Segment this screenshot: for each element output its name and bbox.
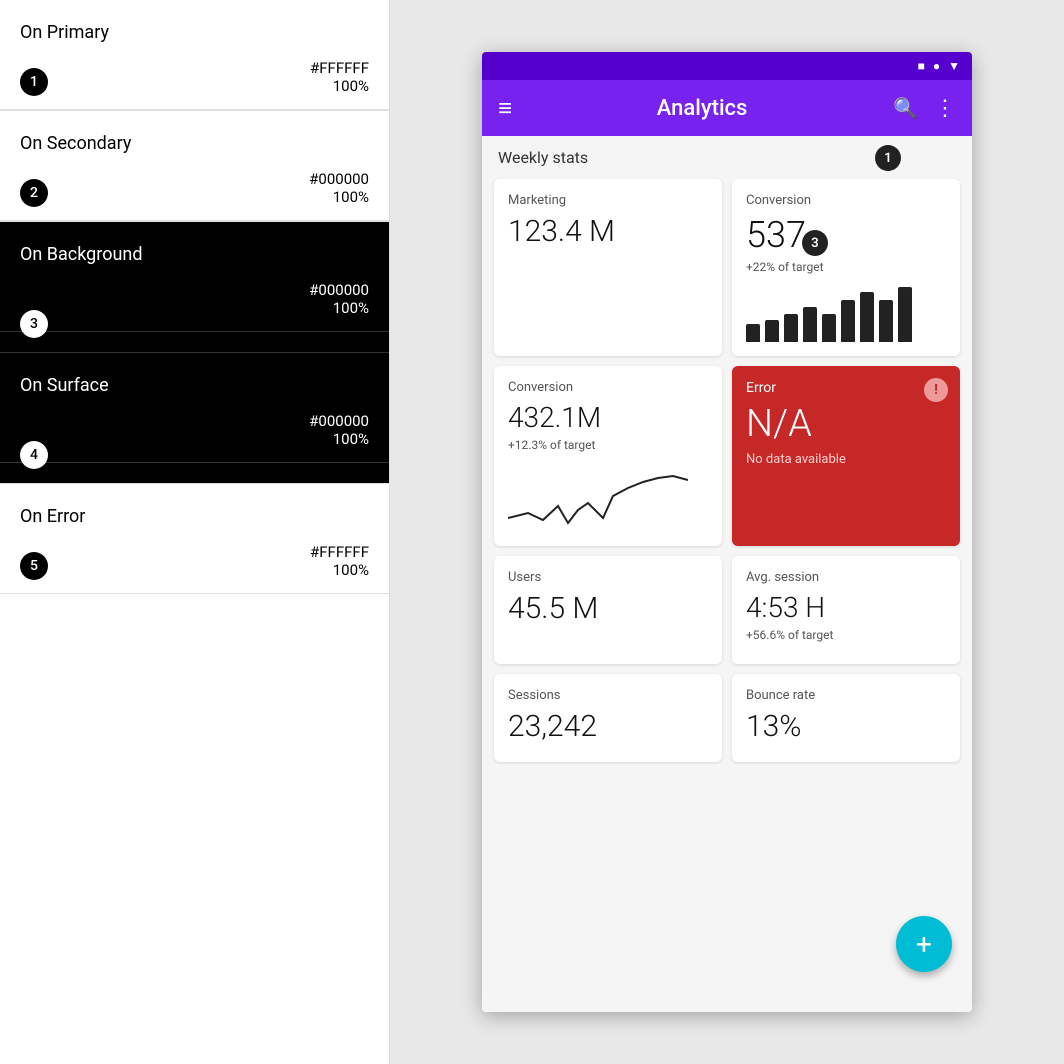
bar-6 — [841, 300, 855, 342]
section-on-error: On Error #FFFFFF 100% 5 — [0, 484, 389, 594]
card-marketing-value: 123.4 M — [508, 214, 708, 249]
bar-5 — [822, 314, 836, 342]
on-secondary-hex: #000000 — [309, 170, 369, 188]
bar-9 — [898, 287, 912, 342]
bar-4 — [803, 307, 817, 342]
card-avg-session-sub: +56.6% of target — [746, 628, 946, 642]
cards-grid: Marketing 123.4 M Conversion 537 +22% of… — [494, 179, 960, 762]
bar-8 — [879, 300, 893, 342]
card-conversion-bar-label: Conversion — [746, 193, 946, 208]
on-primary-pct: 100% — [333, 77, 369, 95]
card-conversion-bar-value: 537 — [746, 214, 946, 256]
app-bar: ≡ Analytics 🔍 ⋮ — [482, 80, 972, 136]
bar-1 — [746, 324, 760, 342]
menu-icon[interactable]: ≡ — [498, 94, 511, 123]
phone-frame: ■ ● ▼ ≡ Analytics 🔍 ⋮ Weekly stats Marke… — [482, 52, 972, 1012]
fab-button[interactable]: + — [896, 916, 952, 972]
card-bounce-rate-value: 13% — [746, 709, 946, 744]
on-error-label: On Error — [0, 484, 389, 535]
card-error-value: N/A — [746, 402, 946, 446]
bar-7 — [860, 292, 874, 342]
on-background-label: On Background — [0, 222, 389, 273]
card-error-label: Error — [746, 380, 946, 396]
on-secondary-label: On Secondary — [0, 111, 389, 162]
section-on-background: On Background #000000 100% 3 — [0, 222, 389, 352]
on-background-pct: 100% — [333, 299, 369, 317]
more-icon[interactable]: ⋮ — [934, 96, 956, 121]
card-users-label: Users — [508, 570, 708, 585]
status-icon-square: ■ — [918, 59, 925, 73]
annotation-badge-3: 3 — [802, 230, 828, 256]
card-avg-session-value: 4:53 H — [746, 591, 946, 624]
status-bar: ■ ● ▼ — [482, 52, 972, 80]
on-error-pct: 100% — [333, 561, 369, 579]
section-on-surface: On Surface #000000 100% 4 — [0, 353, 389, 483]
card-sessions-value: 23,242 — [508, 709, 708, 744]
on-surface-color-row: #000000 100% — [0, 404, 389, 463]
status-icon-down: ▼ — [948, 59, 960, 73]
bar-2 — [765, 320, 779, 342]
card-bounce-rate: Bounce rate 13% — [732, 674, 960, 762]
right-panel: 1 2 3 4 5 ■ ● ▼ ≡ Analytics 🔍 ⋮ Weekly s… — [390, 0, 1064, 1064]
annotation-badge-1: 1 — [875, 145, 901, 171]
card-conversion-line: Conversion 432.1M +12.3% of target — [494, 366, 722, 546]
section-on-primary: On Primary #FFFFFF 100% 1 — [0, 0, 389, 110]
on-surface-hex: #000000 — [309, 412, 369, 430]
on-primary-label: On Primary — [0, 0, 389, 51]
card-bounce-rate-label: Bounce rate — [746, 688, 946, 703]
section-number-5: 5 — [20, 552, 48, 580]
section-number-3: 3 — [20, 310, 48, 338]
on-secondary-color-row: #000000 100% — [0, 162, 389, 221]
bar-chart — [746, 282, 946, 342]
card-marketing: Marketing 123.4 M — [494, 179, 722, 356]
bar-3 — [784, 314, 798, 342]
card-error-sub: No data available — [746, 452, 946, 467]
content-area[interactable]: Weekly stats Marketing 123.4 M Conversio… — [482, 136, 972, 1012]
card-conversion-bar-sub: +22% of target — [746, 260, 946, 274]
card-sessions: Sessions 23,242 — [494, 674, 722, 762]
on-primary-color-row: #FFFFFF 100% — [0, 51, 389, 110]
card-conversion-line-sub: +12.3% of target — [508, 438, 708, 452]
status-icon-circle: ● — [933, 59, 940, 73]
card-avg-session-label: Avg. session — [746, 570, 946, 585]
section-on-secondary: On Secondary #000000 100% 2 — [0, 111, 389, 221]
line-chart-svg — [508, 468, 688, 528]
section-number-1: 1 — [20, 68, 48, 96]
card-avg-session: Avg. session 4:53 H +56.6% of target — [732, 556, 960, 664]
section-number-4: 4 — [20, 441, 48, 469]
card-users: Users 45.5 M — [494, 556, 722, 664]
card-conversion-line-label: Conversion — [508, 380, 708, 395]
app-bar-title: Analytics — [527, 96, 877, 121]
on-surface-label: On Surface — [0, 353, 389, 404]
search-icon[interactable]: 🔍 — [893, 96, 918, 120]
card-conversion-line-value: 432.1M — [508, 401, 708, 434]
on-error-color-row: #FFFFFF 100% — [0, 535, 389, 594]
card-conversion-bar: Conversion 537 +22% of target — [732, 179, 960, 356]
error-badge: ! — [924, 378, 948, 402]
on-secondary-pct: 100% — [333, 188, 369, 206]
on-background-color-row: #000000 100% — [0, 273, 389, 332]
card-users-value: 45.5 M — [508, 591, 708, 626]
on-background-hex: #000000 — [309, 281, 369, 299]
on-error-hex: #FFFFFF — [310, 543, 369, 561]
card-error: Error N/A No data available ! — [732, 366, 960, 546]
card-sessions-label: Sessions — [508, 688, 708, 703]
card-marketing-label: Marketing — [508, 193, 708, 208]
on-primary-hex: #FFFFFF — [310, 59, 369, 77]
section-number-2: 2 — [20, 179, 48, 207]
on-surface-pct: 100% — [333, 430, 369, 448]
left-panel: On Primary #FFFFFF 100% 1 On Secondary #… — [0, 0, 390, 1064]
